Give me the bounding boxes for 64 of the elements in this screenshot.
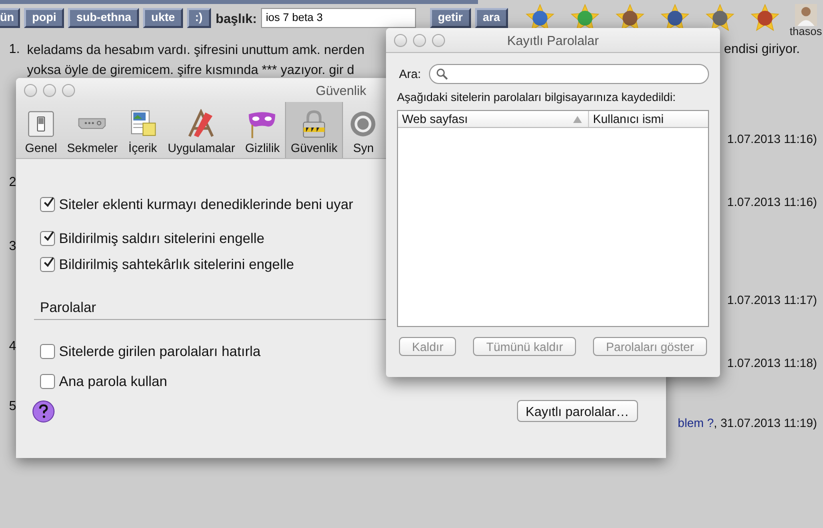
- username[interactable]: thasos: [790, 26, 822, 38]
- entry-text: endisi giriyor.: [724, 40, 800, 58]
- checkbox-label: Bildirilmiş saldırı sitelerini engelle: [59, 230, 264, 246]
- close-button[interactable]: [394, 34, 407, 46]
- title-label: başlık:: [216, 10, 257, 26]
- toolbar-tab[interactable]: Gizlilik: [240, 102, 285, 158]
- action-button[interactable]: ara: [474, 8, 508, 28]
- entry-number: 4: [8, 337, 18, 355]
- nav-button[interactable]: sub-ethna: [68, 8, 140, 28]
- entry-link[interactable]: blem ?: [678, 416, 714, 430]
- nav-button[interactable]: ün: [0, 8, 20, 28]
- entry-number: 1.: [8, 40, 21, 58]
- toolbar-tab[interactable]: Uygulamalar: [162, 102, 240, 158]
- checkbox-label: Bildirilmiş sahtekârlık sitelerini engelle: [59, 256, 294, 272]
- entry-text: keladams da hesabım vardı. şifresini unuttum amk. nerden: [27, 41, 366, 59]
- switch-icon: [26, 109, 56, 139]
- entry-number: 5: [8, 397, 18, 415]
- close-button[interactable]: [24, 84, 37, 96]
- checkbox-label: Sitelerde girilen parolaları hatırla: [59, 343, 261, 359]
- zoom-button[interactable]: [432, 34, 445, 46]
- entry-timestamp: , 31.07.2013 11:19): [714, 416, 817, 430]
- title-field[interactable]: ios 7 beta 3: [260, 8, 416, 28]
- checkbox[interactable]: [40, 374, 55, 388]
- toolbar-tab[interactable]: Genel: [20, 102, 62, 158]
- window-title: Güvenlik: [314, 82, 368, 98]
- sync-icon: [348, 109, 378, 139]
- entry-number: 2: [8, 173, 18, 191]
- checkbox[interactable]: [40, 344, 55, 358]
- entry-timestamp: 1.07.2013 11:16): [727, 132, 817, 146]
- zoom-button[interactable]: [62, 84, 75, 96]
- section-heading: Parolalar: [40, 299, 96, 315]
- nav-button[interactable]: ukte: [143, 8, 183, 28]
- saved-passwords-button[interactable]: Kayıtlı parolalar…: [516, 400, 638, 422]
- search-label: Ara:: [399, 67, 422, 81]
- entry-number: 3: [8, 237, 18, 255]
- entry-timestamp: 1.07.2013 11:18): [727, 356, 817, 370]
- checkbox-label: Siteler eklenti kurmayı denediklerinde beni uyar: [59, 196, 354, 212]
- minimize-button[interactable]: [43, 84, 56, 96]
- checkbox[interactable]: [40, 230, 55, 246]
- nav-button[interactable]: :): [186, 8, 211, 28]
- sort-icon: [573, 116, 582, 122]
- action-button[interactable]: getir: [430, 8, 471, 28]
- toolbar-tab[interactable]: İçerik: [122, 102, 163, 158]
- entry-timestamp: 1.07.2013 11:16): [727, 195, 817, 209]
- avatar-icon[interactable]: [794, 4, 817, 26]
- entry-text: yoksa öyle de giremicem. şifre kısmında *** yazıyor. gir d: [27, 61, 356, 79]
- checkbox[interactable]: [40, 196, 55, 212]
- checkbox[interactable]: [40, 256, 55, 272]
- description-text: Aşağıdaki sitelerin parolaları bilgisayarınıza kaydedildi:: [397, 92, 677, 104]
- column-header[interactable]: Web sayfası: [398, 111, 589, 127]
- search-icon: [436, 68, 448, 80]
- pencil-ruler-icon: [186, 109, 216, 139]
- toolbar-tab[interactable]: Sekmeler: [62, 102, 123, 158]
- toolbar-tab[interactable]: Syn: [343, 102, 384, 158]
- entry-timestamp: 1.07.2013 11:17): [727, 293, 817, 307]
- toolbar-tab[interactable]: Güvenlik: [284, 102, 344, 158]
- window-title: Kayıtlı Parolalar: [506, 32, 600, 48]
- minimize-button[interactable]: [413, 34, 426, 46]
- checkbox-label: Ana parola kullan: [59, 373, 168, 389]
- mask-icon: [247, 109, 278, 139]
- column-header[interactable]: Kullanıcı ismi: [589, 111, 664, 127]
- search-field[interactable]: [429, 64, 709, 84]
- nav-button[interactable]: popi: [24, 8, 64, 28]
- help-icon[interactable]: [32, 400, 55, 423]
